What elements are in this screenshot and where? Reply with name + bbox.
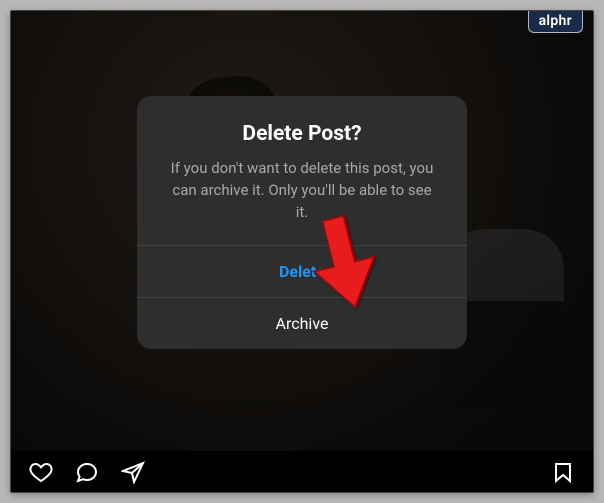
post-action-bar (11, 451, 593, 492)
share-icon (121, 460, 145, 484)
heart-icon (29, 460, 53, 484)
watermark-badge: alphr (528, 11, 583, 33)
comment-icon (75, 460, 99, 484)
dialog-title: Delete Post? (137, 96, 467, 152)
share-button[interactable] (117, 456, 149, 488)
like-button[interactable] (25, 456, 57, 488)
app-frame: Delete Post? If you don't want to delete… (10, 10, 594, 493)
comment-button[interactable] (71, 456, 103, 488)
save-button[interactable] (547, 456, 579, 488)
archive-button[interactable]: Archive (137, 297, 467, 349)
delete-post-dialog: Delete Post? If you don't want to delete… (137, 96, 467, 349)
dialog-body-text: If you don't want to delete this post, y… (137, 152, 467, 245)
bookmark-icon (551, 460, 575, 484)
delete-button[interactable]: Delete (137, 245, 467, 297)
